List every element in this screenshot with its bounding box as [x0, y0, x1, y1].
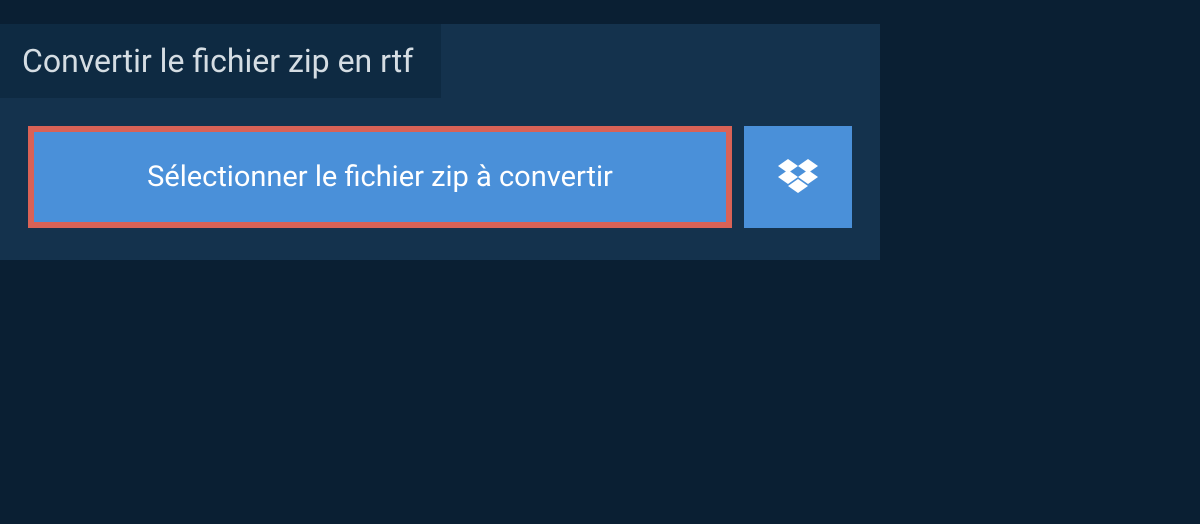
select-file-button-label: Sélectionner le fichier zip à convertir: [147, 160, 613, 194]
select-file-button[interactable]: Sélectionner le fichier zip à convertir: [28, 126, 732, 228]
dropbox-button[interactable]: [744, 126, 852, 228]
dropbox-icon: [778, 159, 818, 195]
panel-title: Convertir le fichier zip en rtf: [0, 24, 441, 98]
converter-panel: Convertir le fichier zip en rtf Sélectio…: [0, 24, 880, 260]
button-row: Sélectionner le fichier zip à convertir: [0, 98, 880, 228]
